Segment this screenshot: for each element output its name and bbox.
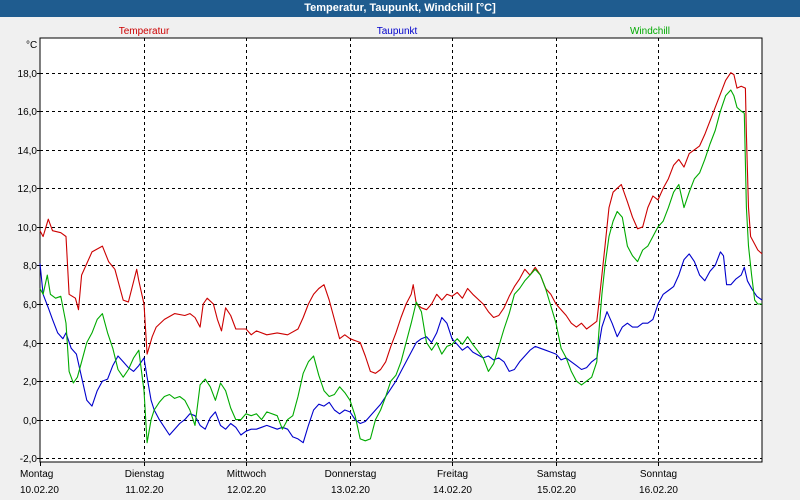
x-tick-label-day: Samstag	[537, 469, 576, 480]
x-tick-label-date: 10.02.20	[20, 485, 59, 496]
line-chart: -2,0 0,0 2,0 4,0 6,0 8,0 10,0 12,0 14,0 16,0 18,0 M…	[18, 26, 763, 496]
y-axis-label: °C	[26, 40, 37, 51]
x-tick-label-day: Freitag	[437, 469, 468, 480]
x-tick-label-date: 14.02.20	[433, 485, 472, 496]
y-tick-label: 0,0	[23, 416, 37, 427]
x-tick-label-day: Montag	[20, 469, 53, 480]
y-tick-label: 10,0	[18, 223, 38, 234]
x-tick-label-day: Mittwoch	[227, 469, 266, 480]
x-tick-label-date: 16.02.20	[639, 485, 678, 496]
x-tick-label-day: Dienstag	[125, 469, 164, 480]
legend-entry-taupunkt: Taupunkt	[377, 26, 418, 37]
y-tick-label: 8,0	[23, 261, 37, 272]
legend-entry-temperatur: Temperatur	[119, 26, 170, 37]
x-tick-label-date: 12.02.20	[227, 485, 266, 496]
y-tick-label: 18,0	[18, 69, 38, 80]
x-tick-label-date: 15.02.20	[537, 485, 576, 496]
legend-entry-windchill: Windchill	[630, 26, 670, 37]
y-tick-label: -2,0	[20, 454, 38, 465]
y-tick-label: 2,0	[23, 377, 37, 388]
x-tick-label-date: 13.02.20	[331, 485, 370, 496]
x-tick-label-day: Sonntag	[640, 469, 677, 480]
y-tick-label: 6,0	[23, 300, 37, 311]
y-tick-label: 4,0	[23, 339, 37, 350]
x-tick-label-day: Donnerstag	[325, 469, 377, 480]
y-tick-label: 14,0	[18, 146, 38, 157]
x-tick-label-date: 11.02.20	[125, 485, 164, 496]
y-tick-label: 16,0	[18, 107, 38, 118]
y-tick-label: 12,0	[18, 184, 38, 195]
plot-area	[39, 37, 763, 463]
chart-window: Temperatur, Taupunkt, Windchill [°C] -2,…	[0, 0, 800, 500]
